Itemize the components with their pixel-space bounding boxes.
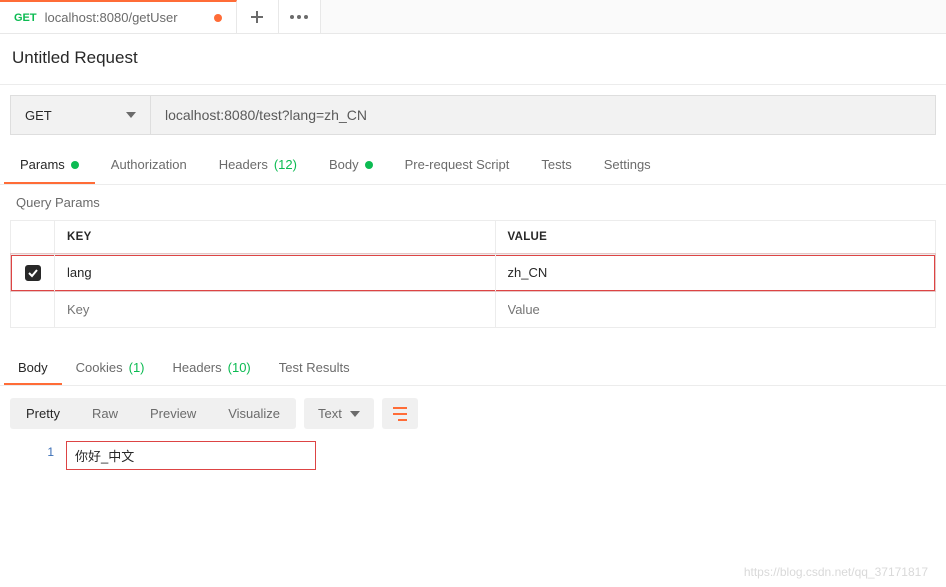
chevron-down-icon <box>350 411 360 417</box>
line-number: 1 <box>10 441 66 470</box>
method-select[interactable]: GET <box>10 95 150 135</box>
watermark: https://blog.csdn.net/qq_37171817 <box>744 565 928 579</box>
view-pretty-button[interactable]: Pretty <box>10 398 76 429</box>
tab-title-label: localhost:8080/getUser <box>45 10 178 25</box>
tab-overflow-button[interactable] <box>279 0 321 33</box>
tab-prerequest[interactable]: Pre-request Script <box>389 145 526 184</box>
tab-bar: GET localhost:8080/getUser <box>0 0 946 34</box>
view-mode-segment: Pretty Raw Preview Visualize <box>10 398 296 429</box>
tab-settings[interactable]: Settings <box>588 145 667 184</box>
view-preview-button[interactable]: Preview <box>134 398 212 429</box>
param-value-input[interactable] <box>508 302 924 317</box>
response-toolbar: Pretty Raw Preview Visualize Text <box>0 386 946 441</box>
wrap-lines-button[interactable] <box>382 398 418 429</box>
resp-tab-cookies[interactable]: Cookies(1) <box>62 350 159 385</box>
url-input[interactable] <box>150 95 936 135</box>
table-row <box>11 254 935 291</box>
response-tabs: Body Cookies(1) Headers(10) Test Results <box>0 350 946 386</box>
ellipsis-icon <box>290 15 308 19</box>
view-raw-button[interactable]: Raw <box>76 398 134 429</box>
section-label: Query Params <box>0 185 946 220</box>
request-tab[interactable]: GET localhost:8080/getUser <box>0 0 237 33</box>
key-header: KEY <box>55 221 496 253</box>
param-value-input[interactable] <box>508 265 924 280</box>
tab-authorization[interactable]: Authorization <box>95 145 203 184</box>
view-visualize-button[interactable]: Visualize <box>212 398 296 429</box>
tab-method-label: GET <box>14 12 37 24</box>
request-subtabs: Params Authorization Headers(12) Body Pr… <box>0 145 946 185</box>
new-tab-button[interactable] <box>237 0 279 33</box>
table-header: KEY VALUE <box>11 221 935 254</box>
url-bar: GET <box>0 85 946 145</box>
param-key-input[interactable] <box>67 302 483 317</box>
table-row <box>11 291 935 327</box>
check-icon <box>27 267 39 279</box>
request-title: Untitled Request <box>0 34 946 85</box>
response-text: 你好_中文 <box>66 441 316 470</box>
resp-tab-tests[interactable]: Test Results <box>265 350 364 385</box>
format-select[interactable]: Text <box>304 398 374 429</box>
dot-icon <box>71 161 79 169</box>
unsaved-dot-icon <box>214 14 222 22</box>
dot-icon <box>365 161 373 169</box>
query-params-table: KEY VALUE <box>10 220 936 328</box>
response-body: 1 你好_中文 <box>0 441 946 500</box>
param-key-input[interactable] <box>67 265 483 280</box>
resp-tab-body[interactable]: Body <box>4 350 62 385</box>
value-header: VALUE <box>496 221 936 253</box>
resp-tab-headers[interactable]: Headers(10) <box>159 350 265 385</box>
tab-params[interactable]: Params <box>4 145 95 184</box>
row-checkbox[interactable] <box>25 265 41 281</box>
tab-headers[interactable]: Headers(12) <box>203 145 313 184</box>
tab-tests[interactable]: Tests <box>525 145 587 184</box>
method-label: GET <box>25 108 52 123</box>
tab-body[interactable]: Body <box>313 145 389 184</box>
chevron-down-icon <box>126 112 136 118</box>
wrap-icon <box>393 405 407 423</box>
